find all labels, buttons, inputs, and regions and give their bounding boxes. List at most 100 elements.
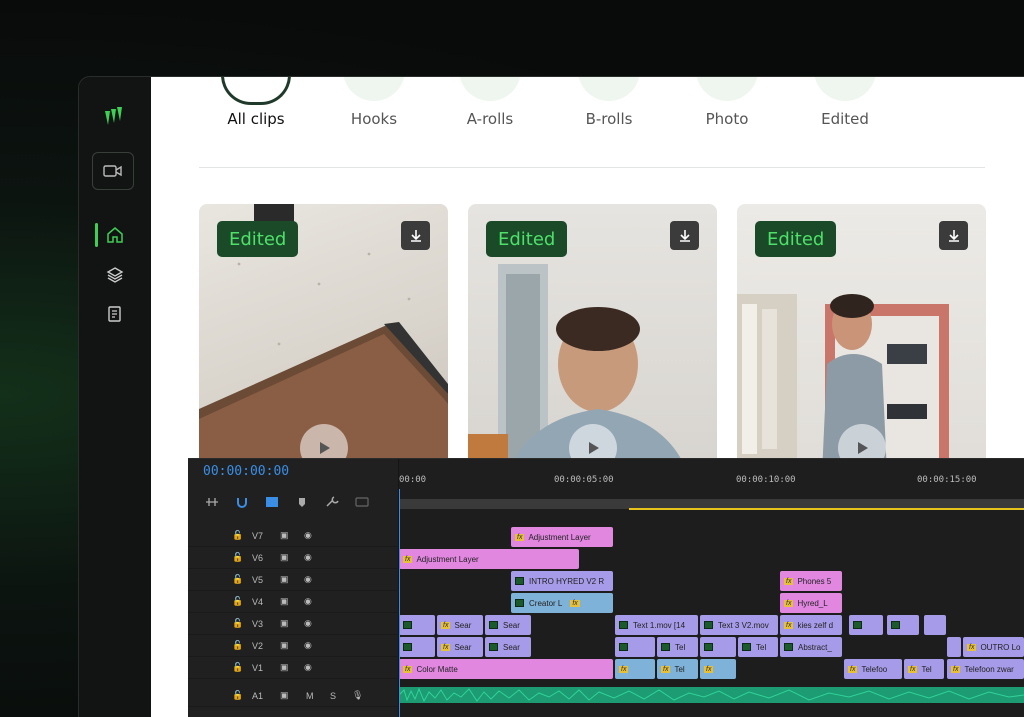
timeline-clip[interactable]: fx Adjustment Layer [511,527,613,547]
film-icon[interactable]: ▣ [280,690,289,701]
eye-icon[interactable]: ◉ [304,618,312,629]
category-thumb [814,77,876,101]
film-icon[interactable]: ▣ [280,662,289,673]
timeline-clip[interactable] [849,615,883,635]
track-header-v4[interactable]: 🔓 V4 ▣ ◉ [188,591,399,613]
timeline-clip[interactable]: Text 1.mov [14 [615,615,698,635]
track-header-v3[interactable]: 🔓 V3 ▣ ◉ [188,613,399,635]
timeline-clip[interactable]: fx Telefoon zwar [947,659,1024,679]
track-header-v6[interactable]: 🔓 V6 ▣ ◉ [188,547,399,569]
timeline-clip[interactable] [399,637,435,657]
timeline-clip[interactable]: Tel [738,637,778,657]
track-header-v2[interactable]: 🔓 V2 ▣ ◉ [188,635,399,657]
lock-icon[interactable]: 🔓 [232,530,243,541]
download-button[interactable] [939,221,968,250]
mute-button[interactable]: M [306,691,314,701]
timeline-clip[interactable] [399,615,435,635]
timeline-clip[interactable]: fx Hyred_L [780,593,842,613]
lock-icon[interactable]: 🔓 [232,690,243,701]
timeline-clip[interactable] [947,637,961,657]
fx-badge: fx [403,555,413,563]
timeline-panel: 00:00:00:00 🔓 V7 ▣ ◉ 🔓 V6 ▣ ◉ 🔓 V5 ▣ ◉ 🔓 V4 ▣ ◉ 🔓 V3 ▣… [188,458,1024,717]
playhead[interactable] [399,489,400,717]
linked-selection-tool[interactable] [263,495,281,509]
timeline-clip[interactable]: fx kies zelf d [780,615,842,635]
time-ruler[interactable]: 00:00 00:00:05:00 00:00:10:00 00:00:15:0… [399,459,1024,501]
timeline-clip[interactable]: INTRO HYRED V2 R [511,571,613,591]
eye-icon[interactable]: ◉ [304,596,312,607]
lock-icon[interactable]: 🔓 [232,574,243,585]
nav-home[interactable] [101,221,129,249]
settings-tool[interactable] [323,495,341,509]
download-button[interactable] [670,221,699,250]
in-out-range [629,508,1024,510]
track-header-a1[interactable]: 🔓 A1 ▣ M S 🎙 [188,685,399,707]
timeline-clip[interactable]: fx OUTRO Lo [963,637,1024,657]
film-icon[interactable]: ▣ [280,618,289,629]
eye-icon[interactable]: ◉ [304,640,312,651]
timeline-clip[interactable]: fx [700,659,736,679]
film-icon[interactable]: ▣ [280,574,289,585]
timeline-clip[interactable] [615,637,655,657]
timeline-clip[interactable]: Sear [485,615,531,635]
download-icon [679,229,690,242]
film-icon[interactable]: ▣ [280,552,289,563]
timeline-clip[interactable]: Tel [657,637,698,657]
timeline-clip[interactable] [924,615,946,635]
timeline-clip[interactable]: fx Telefoo [844,659,902,679]
lock-icon[interactable]: 🔓 [232,618,243,629]
track-headers: 00:00:00:00 🔓 V7 ▣ ◉ 🔓 V6 ▣ ◉ 🔓 V5 ▣ ◉ 🔓 V4 ▣ ◉ 🔓 V3 ▣… [188,459,399,717]
notes-icon [108,306,121,322]
logo-icon [105,107,122,125]
track-header-v1[interactable]: 🔓 V1 ▣ ◉ [188,657,399,679]
nav-notes[interactable] [101,300,129,328]
download-button[interactable] [401,221,430,250]
download-icon [948,229,959,242]
timecode[interactable]: 00:00:00:00 [203,464,289,479]
snap-tool[interactable] [233,495,251,509]
fx-badge: fx [619,665,629,673]
marker-tool[interactable] [293,495,311,509]
timeline-clip[interactable]: fx Color Matte [399,659,613,679]
eye-icon[interactable]: ◉ [304,552,312,563]
clip-card[interactable]: Edited [468,204,717,474]
work-area-bar[interactable] [399,499,1024,510]
track-header-v7[interactable]: 🔓 V7 ▣ ◉ [188,525,399,547]
eye-icon[interactable]: ◉ [304,530,312,541]
lock-icon[interactable]: 🔓 [232,662,243,673]
film-icon[interactable]: ▣ [280,530,289,541]
film-icon[interactable]: ▣ [280,596,289,607]
solo-button[interactable]: S [330,691,336,701]
audio-waveform[interactable] [398,687,1024,703]
timeline-clip[interactable]: fx Sear [437,615,483,635]
clip-icon [742,643,751,651]
eye-icon[interactable]: ◉ [304,574,312,585]
eye-icon[interactable]: ◉ [304,662,312,673]
fx-badge: fx [704,665,714,673]
timeline-clip[interactable] [700,637,736,657]
timeline-clip[interactable]: fx Tel [904,659,944,679]
lock-icon[interactable]: 🔓 [232,596,243,607]
timeline-clip[interactable]: fx Sear [437,637,483,657]
timeline-clip[interactable]: Text 3 V2.mov [700,615,778,635]
timeline-clip[interactable]: fx [615,659,655,679]
clip-card[interactable]: Edited [737,204,986,474]
insert-tool[interactable] [203,495,221,509]
lock-icon[interactable]: 🔓 [232,552,243,563]
timeline-clip[interactable]: Sear [485,637,531,657]
track-header-v5[interactable]: 🔓 V5 ▣ ◉ [188,569,399,591]
play-icon [857,442,868,454]
timeline-clip[interactable]: fx Tel [657,659,698,679]
captions-tool[interactable] [353,495,371,509]
timeline-clip[interactable]: Creator Lfx [511,593,613,613]
video-camera-button[interactable] [92,152,134,190]
timeline-clip[interactable]: fx Phones 5 [780,571,842,591]
nav-layers[interactable] [101,261,129,289]
timeline-clip[interactable]: fx Adjustment Layer [399,549,579,569]
film-icon[interactable]: ▣ [280,640,289,651]
clip-card[interactable]: Edited [199,204,448,474]
microphone-icon[interactable]: 🎙 [352,690,363,701]
timeline-clip[interactable] [887,615,919,635]
lock-icon[interactable]: 🔓 [232,640,243,651]
timeline-clip[interactable]: Abstract_ [780,637,842,657]
